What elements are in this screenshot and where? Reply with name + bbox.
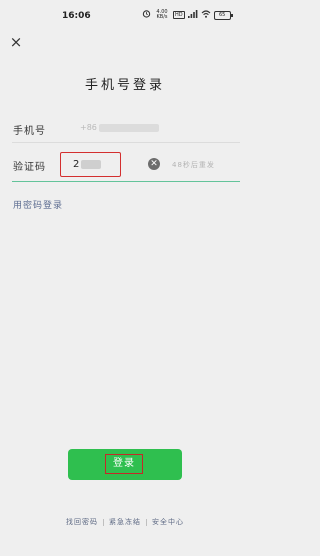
wifi-icon <box>201 9 211 21</box>
hd-icon: HD <box>173 11 185 19</box>
footer-link-emergency-freeze[interactable]: 紧急冻结 <box>104 517 146 527</box>
footer-link-recover-password[interactable]: 找回密码 <box>61 517 103 527</box>
resend-countdown: 48秒后重发 <box>172 161 215 169</box>
status-time: 16:06 <box>62 11 91 21</box>
page-title: 手机号登录 <box>84 78 165 93</box>
phone-number-redacted <box>98 123 159 132</box>
code-value: 2 <box>73 159 80 170</box>
code-divider <box>12 181 240 182</box>
alarm-icon <box>142 9 151 21</box>
password-login-link[interactable]: 用密码登录 <box>13 198 63 211</box>
network-speed: 4.00 KB/s <box>156 9 168 20</box>
phone-country-code: +86 <box>80 123 97 132</box>
login-button-label: 登录 <box>105 454 143 474</box>
verification-code-input[interactable]: 2 <box>60 152 121 177</box>
login-button[interactable]: 登录 <box>68 449 182 480</box>
battery-icon: 65 <box>213 10 233 20</box>
phone-field[interactable]: +86 <box>80 123 159 132</box>
clear-icon[interactable]: ✕ <box>148 158 160 170</box>
phone-label: 手机号 <box>13 126 46 137</box>
footer-link-security-center[interactable]: 安全中心 <box>147 517 189 527</box>
code-redacted <box>81 160 102 169</box>
code-label: 验证码 <box>13 162 46 173</box>
signal-icon <box>187 9 198 21</box>
status-icons: 4.00 KB/s HD 65 <box>142 9 233 21</box>
close-icon[interactable]: × <box>8 34 24 50</box>
phone-divider <box>12 142 240 143</box>
footer-links: 找回密码 紧急冻结 安全中心 <box>0 517 250 527</box>
status-bar: 16:06 4.00 KB/s HD 65 <box>0 0 250 30</box>
